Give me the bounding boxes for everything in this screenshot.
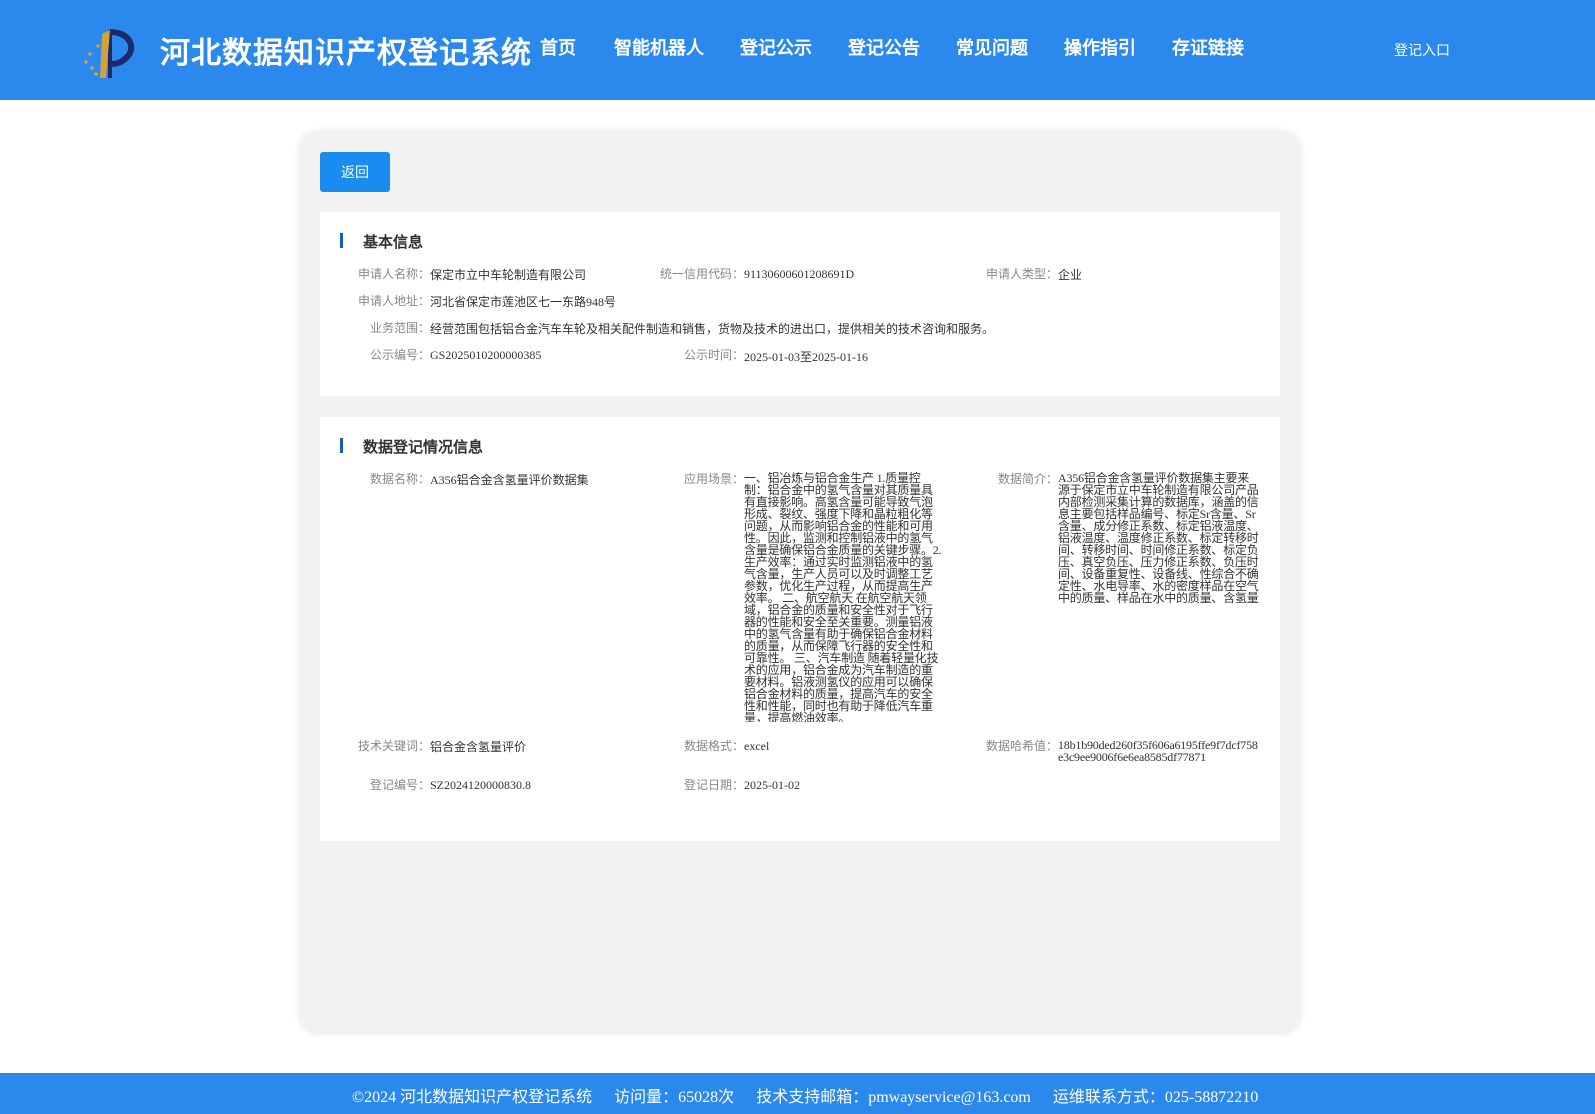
- nav-announcement[interactable]: 登记公告: [848, 34, 920, 60]
- applicant-type-label: 申请人类型：: [985, 267, 1058, 281]
- intro-value: A356铝合金含氢量评价数据集主要来源于保定市立中车轮制造有限公司产品内部检测采…: [1058, 472, 1259, 605]
- section-marker: [340, 233, 343, 248]
- notice-no-label: 公示编号：: [369, 348, 430, 362]
- applicant-type-value: 企业: [1058, 268, 1083, 282]
- section-title: 基本信息: [363, 233, 424, 251]
- nav-robot[interactable]: 智能机器人: [614, 34, 704, 60]
- detail-card: 返回 基本信息 申请人名称： 保定市立中车轮制造有限公司 统一信用代码： 911…: [300, 131, 1300, 1032]
- notice-no-value: GS2025010200000385: [430, 348, 542, 362]
- logo-icon: [84, 29, 135, 78]
- footer-text: ©2024 河北数据知识产权登记系统 访问量：65028次 技术支持邮箱：pmw…: [352, 1083, 1276, 1107]
- nav-evidence-link[interactable]: 存证链接: [1172, 34, 1244, 60]
- footer-contact: 运维联系方式：025-58872210: [1052, 1089, 1259, 1106]
- format-value: excel: [744, 739, 770, 753]
- hash-label: 数据哈希值：: [985, 739, 1058, 753]
- applicant-name-label: 申请人名称：: [357, 267, 430, 281]
- scope-label: 业务范围：: [369, 321, 430, 335]
- scene-label: 应用场景：: [683, 472, 744, 486]
- keyword-value: 铝合金含氢量评价: [430, 740, 527, 754]
- footer-email: 技术支持邮箱：pmwayservice@163.com: [756, 1089, 1031, 1106]
- data-info-section: 数据登记情况信息 数据名称： A356铝合金含氢量评价数据集 应用场景： 一、铝…: [320, 417, 1280, 841]
- data-name-label: 数据名称：: [369, 472, 430, 486]
- data-name-value: A356铝合金含氢量评价数据集: [430, 473, 589, 487]
- nav-faq[interactable]: 常见问题: [956, 34, 1028, 60]
- reg-no-label: 登记编号：: [369, 778, 430, 792]
- top-header: 河北数据知识产权登记系统 首页 智能机器人 登记公示 登记公告 常见问题 操作指…: [0, 0, 1595, 100]
- nav-guide[interactable]: 操作指引: [1064, 34, 1136, 60]
- credit-code-label: 统一信用代码：: [659, 267, 744, 281]
- nav-home[interactable]: 首页: [540, 34, 576, 60]
- footer: ©2024 河北数据知识产权登记系统 访问量：65028次 技术支持邮箱：pmw…: [0, 1073, 1595, 1114]
- reg-date-label: 登记日期：: [683, 778, 744, 792]
- notice-time-value: 2025-01-03至2025-01-16: [744, 350, 868, 364]
- hash-value: 18b1b90ded260f35f606a6195ffe9f7dcf758e3c…: [1058, 738, 1258, 764]
- basic-info-section: 基本信息 申请人名称： 保定市立中车轮制造有限公司 统一信用代码： 911306…: [320, 212, 1280, 396]
- address-value: 河北省保定市莲池区七一东路948号: [430, 295, 617, 309]
- back-button[interactable]: 返回: [320, 152, 390, 192]
- footer-copyright: ©2024 河北数据知识产权登记系统: [352, 1089, 593, 1106]
- section-title: 数据登记情况信息: [363, 438, 484, 456]
- keyword-label: 技术关键词：: [357, 739, 430, 753]
- scope-value: 经营范围包括铝合金汽车车轮及相关配件制造和销售，货物及技术的进出口，提供相关的技…: [430, 322, 995, 336]
- footer-visits: 访问量：65028次: [614, 1089, 735, 1106]
- format-label: 数据格式：: [683, 739, 744, 753]
- scene-value: 一、铝冶炼与铝合金生产 1.质量控制：铝合金中的氢气含量对其质量具有直接影响。高…: [744, 472, 942, 722]
- intro-label: 数据简介：: [997, 472, 1058, 486]
- applicant-name-value: 保定市立中车轮制造有限公司: [430, 268, 587, 282]
- notice-time-label: 公示时间：: [683, 348, 744, 362]
- address-label: 申请人地址：: [357, 294, 430, 308]
- login-entry-link[interactable]: 登记入口: [1394, 40, 1450, 60]
- site-title: 河北数据知识产权登记系统: [160, 36, 532, 71]
- reg-no-value: SZ2024120000830.8: [430, 778, 532, 792]
- credit-code-value: 91130600601208691D: [744, 267, 855, 281]
- reg-date-value: 2025-01-02: [744, 778, 800, 792]
- section-marker: [340, 438, 343, 453]
- nav-publicity[interactable]: 登记公示: [740, 34, 812, 60]
